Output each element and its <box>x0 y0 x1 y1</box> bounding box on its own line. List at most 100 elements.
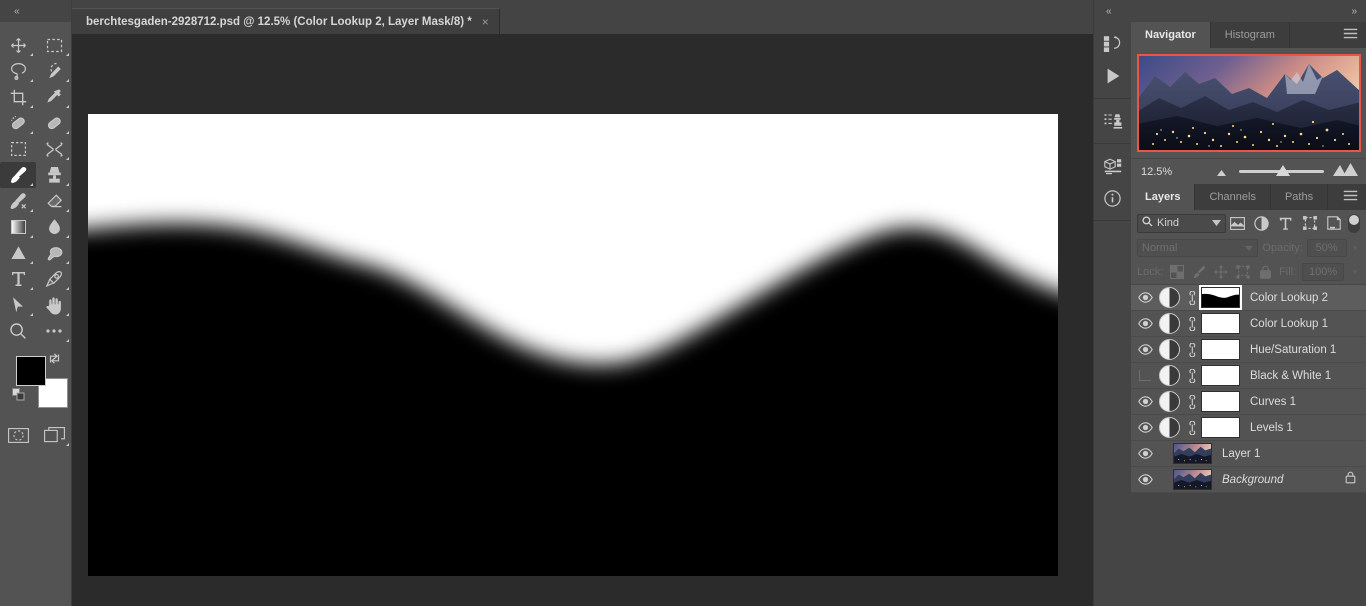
layer-thumbnail[interactable] <box>1173 443 1212 464</box>
quick-selection-tool[interactable] <box>36 58 72 84</box>
close-icon[interactable]: × <box>482 16 489 28</box>
layer-row[interactable]: Color Lookup 2 <box>1131 285 1366 311</box>
adjustment-layer-thumbnail[interactable] <box>1159 417 1180 438</box>
adjustment-layer-thumbnail[interactable] <box>1159 365 1180 386</box>
layer-row[interactable]: Levels 1 <box>1131 415 1366 441</box>
eyedropper-tool[interactable] <box>36 84 72 110</box>
layer-visibility-icon[interactable] <box>1131 415 1159 440</box>
layer-row[interactable]: Layer 1 <box>1131 441 1366 467</box>
foreground-color-swatch[interactable] <box>16 356 46 386</box>
layer-mask-thumbnail[interactable] <box>1201 339 1240 360</box>
filter-enable-toggle[interactable] <box>1347 213 1361 233</box>
expand-panels-button[interactable]: » <box>1131 0 1366 22</box>
pen-tool[interactable] <box>36 266 72 292</box>
filter-type-layers-icon[interactable] <box>1274 213 1298 233</box>
layer-mask-link-icon[interactable] <box>1184 290 1201 305</box>
small-mountain-icon[interactable] <box>1213 163 1230 181</box>
blend-mode-select[interactable]: Normal <box>1137 239 1259 257</box>
tab-paths[interactable]: Paths <box>1270 184 1329 210</box>
actions-panel-button[interactable] <box>1094 60 1131 92</box>
layer-visibility-icon[interactable] <box>1131 285 1159 310</box>
adjustment-layer-thumbnail[interactable] <box>1159 391 1180 412</box>
layer-visibility-icon[interactable] <box>1131 311 1159 336</box>
lock-image-pixels-icon[interactable] <box>1191 264 1207 280</box>
zoom-slider-handle[interactable] <box>1275 165 1290 176</box>
lock-transparent-pixels-icon[interactable] <box>1169 264 1185 280</box>
screen-mode-icon[interactable] <box>36 422 72 448</box>
lasso-tool[interactable] <box>0 58 36 84</box>
filter-shape-layers-icon[interactable] <box>1298 213 1322 233</box>
frame-tool[interactable] <box>0 136 36 162</box>
tab-channels[interactable]: Channels <box>1195 184 1271 210</box>
tab-layers[interactable]: Layers <box>1131 184 1196 210</box>
tab-histogram[interactable]: Histogram <box>1210 22 1290 48</box>
adjustment-layer-thumbnail[interactable] <box>1159 287 1180 308</box>
quick-mask-icon[interactable] <box>0 422 36 448</box>
rectangular-marquee-tool[interactable] <box>36 32 72 58</box>
opacity-stepper[interactable]: ▾ <box>1351 243 1360 254</box>
default-colors-icon[interactable] <box>12 388 25 406</box>
layer-row[interactable]: Color Lookup 1 <box>1131 311 1366 337</box>
layer-mask-thumbnail[interactable] <box>1199 285 1242 310</box>
layer-mask-thumbnail[interactable] <box>1201 417 1240 438</box>
filter-adjustment-layers-icon[interactable] <box>1250 213 1274 233</box>
layer-mask-thumbnail[interactable] <box>1201 391 1240 412</box>
adjustment-layer-thumbnail[interactable] <box>1159 339 1180 360</box>
path-selection-tool[interactable] <box>0 292 36 318</box>
layer-mask-thumbnail[interactable] <box>1201 365 1240 386</box>
history-brush-tool[interactable] <box>0 188 36 214</box>
gradient-tool[interactable] <box>0 214 36 240</box>
layer-row[interactable]: Background <box>1131 467 1366 493</box>
layer-row[interactable]: Hue/Saturation 1 <box>1131 337 1366 363</box>
layer-mask-link-icon[interactable] <box>1184 342 1201 357</box>
filter-kind-select[interactable]: Kind <box>1137 213 1226 233</box>
burn-tool[interactable] <box>36 240 72 266</box>
panel-menu-icon[interactable] <box>1343 188 1358 206</box>
layer-row[interactable]: Black & White 1 <box>1131 363 1366 389</box>
libraries-panel-button[interactable] <box>1094 150 1131 182</box>
layer-thumbnail[interactable] <box>1173 469 1212 490</box>
layer-visibility-off-icon[interactable] <box>1131 363 1159 388</box>
zoom-level-input[interactable]: 12.5% <box>1137 162 1199 181</box>
layer-row[interactable]: Curves 1 <box>1131 389 1366 415</box>
adjustments-panel-button[interactable] <box>1094 105 1131 137</box>
layer-mask-link-icon[interactable] <box>1184 368 1201 383</box>
layer-visibility-icon[interactable] <box>1131 389 1159 414</box>
adjustment-layer-thumbnail[interactable] <box>1159 313 1180 334</box>
spot-healing-brush-tool[interactable] <box>0 110 36 136</box>
layer-mask-link-icon[interactable] <box>1184 420 1201 435</box>
image-canvas[interactable] <box>88 114 1058 576</box>
layer-mask-thumbnail[interactable] <box>1201 313 1240 334</box>
swap-colors-icon[interactable] <box>48 352 61 370</box>
opacity-input[interactable]: 50% <box>1306 239 1347 257</box>
fill-input[interactable]: 100% <box>1302 263 1345 281</box>
lock-artboard-nesting-icon[interactable] <box>1235 264 1251 280</box>
move-tool[interactable] <box>0 32 36 58</box>
tab-navigator[interactable]: Navigator <box>1131 22 1211 48</box>
collapse-tools-button[interactable]: « <box>0 0 71 22</box>
zoom-tool[interactable] <box>0 318 36 344</box>
hand-tool[interactable] <box>36 292 72 318</box>
blur-tool[interactable] <box>36 214 72 240</box>
panel-menu-icon[interactable] <box>1343 26 1358 44</box>
eraser-tool[interactable] <box>36 188 72 214</box>
lock-position-icon[interactable] <box>1213 264 1229 280</box>
filter-pixel-layers-icon[interactable] <box>1226 213 1250 233</box>
layer-visibility-icon[interactable] <box>1131 337 1159 362</box>
clone-stamp-tool[interactable] <box>36 162 72 188</box>
type-tool[interactable] <box>0 266 36 292</box>
document-tab[interactable]: berchtesgaden-2928712.psd @ 12.5% (Color… <box>72 8 500 34</box>
dodge-tool[interactable] <box>0 240 36 266</box>
layer-mask-link-icon[interactable] <box>1184 394 1201 409</box>
fill-stepper[interactable]: ▾ <box>1350 267 1360 278</box>
layer-mask-link-icon[interactable] <box>1184 316 1201 331</box>
layer-visibility-icon[interactable] <box>1131 467 1159 492</box>
patch-tool[interactable] <box>36 110 72 136</box>
navigator-thumbnail[interactable] <box>1136 54 1361 152</box>
large-mountain-icon[interactable] <box>1333 162 1358 181</box>
history-panel-button[interactable] <box>1094 28 1131 60</box>
zoom-slider-track[interactable] <box>1239 165 1324 176</box>
info-panel-button[interactable] <box>1094 182 1131 214</box>
crop-tool[interactable] <box>0 84 36 110</box>
collapse-panels-button[interactable]: « <box>1094 0 1131 22</box>
